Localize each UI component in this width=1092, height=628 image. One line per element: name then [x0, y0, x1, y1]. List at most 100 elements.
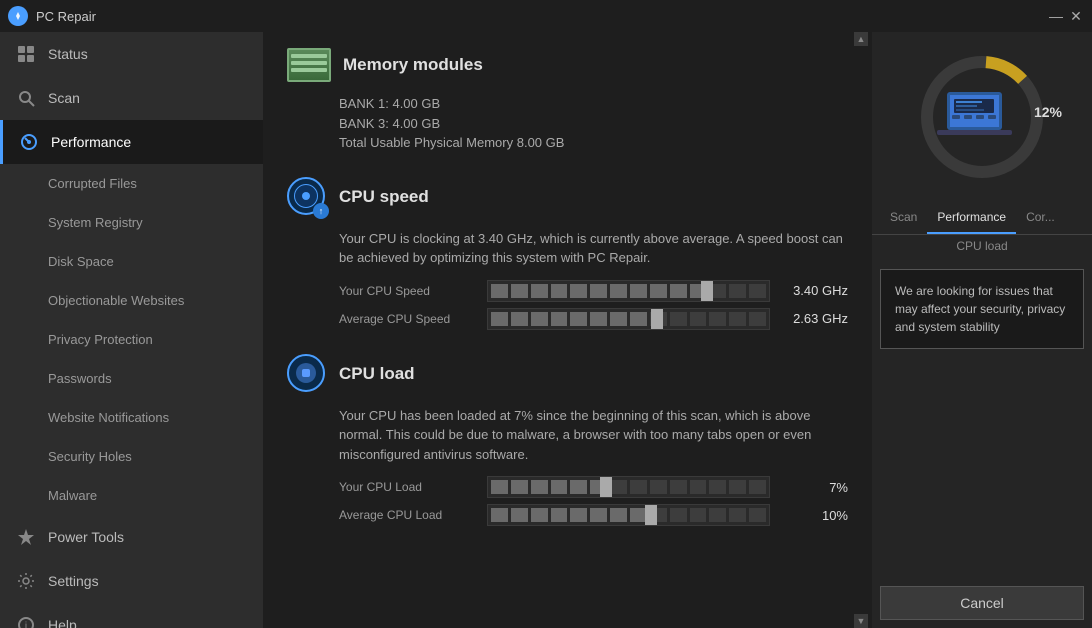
memory-bank1: BANK 1: 4.00 GB: [339, 94, 848, 114]
cpu-load-avg-bar: [487, 504, 770, 526]
power-tools-icon: [16, 527, 36, 547]
sidebar-item-help-label: Help: [48, 617, 77, 628]
memory-section-header: Memory modules: [287, 48, 848, 82]
cpu-speed-section: ↑ CPU speed Your CPU is clocking at 3.40…: [287, 177, 848, 330]
app-icon: [8, 6, 28, 26]
performance-icon: [19, 132, 39, 152]
cpu-speed-your-bar: [487, 280, 770, 302]
sidebar-item-privacy-protection-label: Privacy Protection: [48, 332, 153, 347]
tab-cor[interactable]: Cor...: [1016, 202, 1065, 234]
svg-text:i: i: [25, 621, 27, 628]
cpu-load-your-label: Your CPU Load: [339, 480, 479, 494]
main-content: ▲ Memory modules BANK 1: 4.00 GB BANK 3:…: [263, 32, 872, 628]
sidebar-item-help[interactable]: i Help: [0, 603, 263, 628]
cpu-speed-your-value: 3.40 GHz: [778, 283, 848, 298]
sidebar-item-security-holes-label: Security Holes: [48, 449, 132, 464]
sidebar-item-scan[interactable]: Scan: [0, 76, 263, 120]
tooltip-text: We are looking for issues that may affec…: [895, 284, 1065, 334]
donut-area: 12%: [872, 32, 1092, 202]
cpu-load-header: CPU load: [287, 354, 848, 394]
sidebar: Status Scan Performance Corrupted Files …: [0, 32, 263, 628]
sidebar-item-scan-label: Scan: [48, 90, 80, 106]
donut-container: 12%: [912, 47, 1052, 187]
window-controls: — ✕: [1048, 8, 1084, 24]
titlebar: PC Repair — ✕: [0, 0, 1092, 32]
donut-chart: [912, 47, 1052, 187]
status-icon: [16, 44, 36, 64]
cpu-load-avg-bar-row: Average CPU Load 10%: [339, 504, 848, 526]
cancel-button[interactable]: Cancel: [880, 586, 1084, 620]
sidebar-item-power-tools-label: Power Tools: [48, 529, 124, 545]
cpu-speed-avg-label: Average CPU Speed: [339, 312, 479, 326]
content-inner: Memory modules BANK 1: 4.00 GB BANK 3: 4…: [263, 32, 872, 566]
cpu-load-your-bar-row: Your CPU Load 7%: [339, 476, 848, 498]
spacer: [872, 357, 1092, 586]
settings-icon: [16, 571, 36, 591]
close-button[interactable]: ✕: [1068, 8, 1084, 24]
cpu-load-your-value: 7%: [778, 480, 848, 495]
sidebar-item-website-notifications[interactable]: Website Notifications: [0, 398, 263, 437]
sidebar-item-corrupted-files[interactable]: Corrupted Files: [0, 164, 263, 203]
cpu-speed-icon: ↑: [287, 177, 327, 217]
sidebar-item-disk-space-label: Disk Space: [48, 254, 114, 269]
right-panel: 12% Scan Performance Cor... CPU load We …: [872, 32, 1092, 628]
sidebar-item-settings[interactable]: Settings: [0, 559, 263, 603]
sidebar-item-website-notifications-label: Website Notifications: [48, 410, 169, 425]
sidebar-item-performance-label: Performance: [51, 134, 131, 150]
memory-section: Memory modules BANK 1: 4.00 GB BANK 3: 4…: [287, 48, 848, 153]
cpu-load-tab-label: CPU load: [872, 235, 1092, 261]
sidebar-item-power-tools[interactable]: Power Tools: [0, 515, 263, 559]
tooltip-box: We are looking for issues that may affec…: [880, 269, 1084, 349]
sidebar-item-status-label: Status: [48, 46, 88, 62]
cpu-load-your-bar: [487, 476, 770, 498]
sidebar-item-objectionable-websites[interactable]: Objectionable Websites: [0, 281, 263, 320]
cpu-speed-your-bar-row: Your CPU Speed 3.40 GHz: [339, 280, 848, 302]
cpu-load-avg-value: 10%: [778, 508, 848, 523]
cpu-load-bars: Your CPU Load 7% Average CPU Load 10%: [339, 476, 848, 526]
sidebar-item-system-registry[interactable]: System Registry: [0, 203, 263, 242]
memory-icon: [287, 48, 331, 82]
tab-performance[interactable]: Performance: [927, 202, 1016, 234]
cpu-speed-bars: Your CPU Speed 3.40 GHz Average CPU Spee…: [339, 280, 848, 330]
cpu-load-description: Your CPU has been loaded at 7% since the…: [339, 406, 848, 465]
tab-bar: Scan Performance Cor...: [872, 202, 1092, 235]
sidebar-item-performance[interactable]: Performance: [0, 120, 263, 164]
cpu-speed-avg-value: 2.63 GHz: [778, 311, 848, 326]
app-title: PC Repair: [36, 9, 96, 24]
titlebar-left: PC Repair: [8, 6, 96, 26]
scroll-up-arrow[interactable]: ▲: [854, 32, 868, 46]
cpu-speed-description: Your CPU is clocking at 3.40 GHz, which …: [339, 229, 848, 268]
sidebar-item-status[interactable]: Status: [0, 32, 263, 76]
sidebar-item-passwords[interactable]: Passwords: [0, 359, 263, 398]
memory-total: Total Usable Physical Memory 8.00 GB: [339, 133, 848, 153]
donut-percent: 12%: [1034, 104, 1062, 120]
app-body: Status Scan Performance Corrupted Files …: [0, 32, 1092, 628]
cpu-load-icon: [287, 354, 327, 394]
cpu-load-avg-label: Average CPU Load: [339, 508, 479, 522]
sidebar-item-settings-label: Settings: [48, 573, 99, 589]
sidebar-item-malware[interactable]: Malware: [0, 476, 263, 515]
sidebar-item-passwords-label: Passwords: [48, 371, 112, 386]
cpu-speed-avg-bar-row: Average CPU Speed 2.63 GHz: [339, 308, 848, 330]
cpu-load-section: CPU load Your CPU has been loaded at 7% …: [287, 354, 848, 527]
scroll-down-arrow[interactable]: ▼: [854, 614, 868, 628]
cpu-speed-your-label: Your CPU Speed: [339, 284, 479, 298]
cpu-speed-title: CPU speed: [339, 187, 429, 207]
memory-section-body: BANK 1: 4.00 GB BANK 3: 4.00 GB Total Us…: [339, 94, 848, 153]
cpu-speed-header: ↑ CPU speed: [287, 177, 848, 217]
memory-section-title: Memory modules: [343, 55, 483, 75]
sidebar-item-system-registry-label: System Registry: [48, 215, 143, 230]
cpu-speed-avg-bar: [487, 308, 770, 330]
sidebar-item-security-holes[interactable]: Security Holes: [0, 437, 263, 476]
sidebar-item-disk-space[interactable]: Disk Space: [0, 242, 263, 281]
cpu-load-title: CPU load: [339, 364, 415, 384]
sidebar-item-privacy-protection[interactable]: Privacy Protection: [0, 320, 263, 359]
help-icon: i: [16, 615, 36, 628]
sidebar-item-corrupted-files-label: Corrupted Files: [48, 176, 137, 191]
minimize-button[interactable]: —: [1048, 8, 1064, 24]
sidebar-item-objectionable-websites-label: Objectionable Websites: [48, 293, 184, 308]
tab-scan[interactable]: Scan: [880, 202, 927, 234]
memory-bank3: BANK 3: 4.00 GB: [339, 114, 848, 134]
scan-icon: [16, 88, 36, 108]
sidebar-item-malware-label: Malware: [48, 488, 97, 503]
